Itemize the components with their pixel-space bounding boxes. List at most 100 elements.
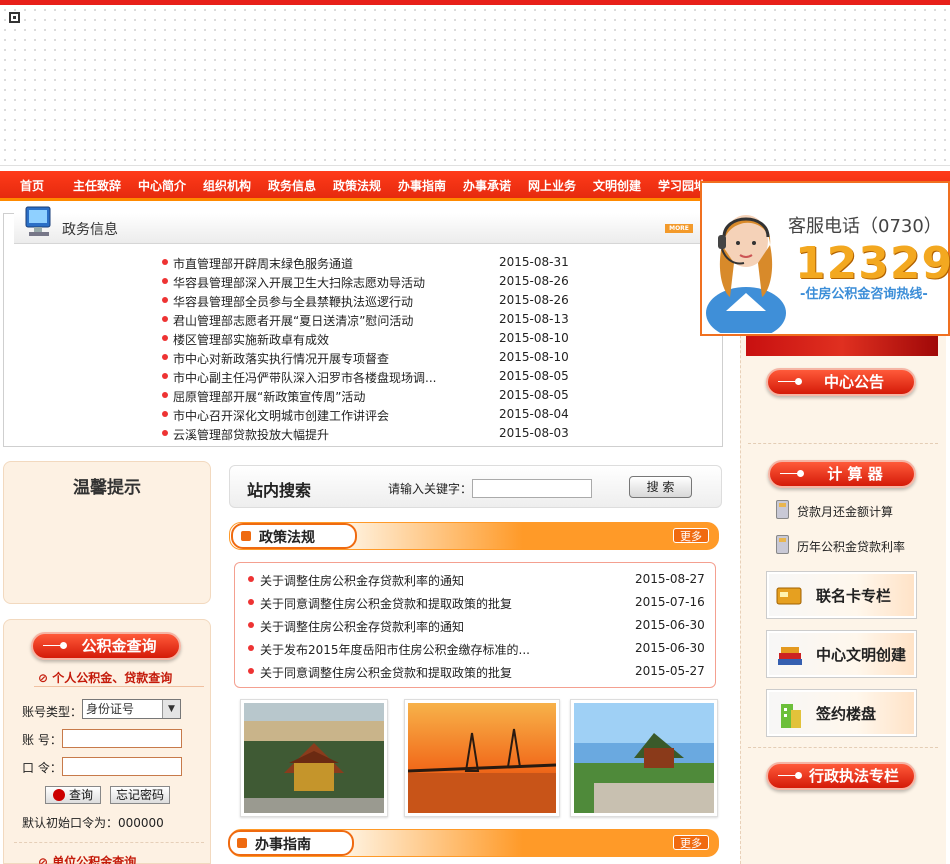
gov-info-item-title[interactable]: 君山管理部志愿者开展“夏日送清凉”慰问活动 bbox=[173, 312, 413, 329]
account-label: 账 号： bbox=[22, 733, 62, 747]
nav-guide[interactable]: 办事指南 bbox=[398, 171, 446, 201]
gov-info-item[interactable]: 市中心副主任冯俨带队深入汨罗市各楼盘现场调... 2015-08-05 bbox=[162, 367, 572, 386]
policy-item-date: 2015-07-16 bbox=[635, 595, 705, 609]
site-search-title: 站内搜索 bbox=[247, 481, 312, 500]
search-icon bbox=[52, 789, 65, 801]
arrow-dot-icon bbox=[778, 378, 804, 386]
bullet-icon bbox=[248, 668, 254, 674]
photo-bridge-sunset[interactable] bbox=[404, 699, 560, 817]
photo-pavilion-lake[interactable] bbox=[570, 699, 718, 817]
gov-info-item-date: 2015-08-05 bbox=[499, 369, 569, 383]
bullet-icon bbox=[162, 354, 168, 360]
calculator-icon bbox=[776, 535, 789, 554]
gov-info-item-date: 2015-08-03 bbox=[499, 426, 569, 440]
gov-info-item[interactable]: 君山管理部志愿者开展“夏日送清凉”慰问活动 2015-08-13 bbox=[162, 310, 572, 329]
gov-info-more-button[interactable]: MORE bbox=[665, 224, 693, 233]
bullet-icon bbox=[162, 373, 168, 379]
nav-online[interactable]: 网上业务 bbox=[528, 171, 576, 201]
gov-info-item[interactable]: 屈原管理部开展“新政策宣传周”活动 2015-08-05 bbox=[162, 386, 572, 405]
contracted-buildings-label[interactable]: 签约楼盘 bbox=[816, 703, 876, 724]
nav-commitment[interactable]: 办事承诺 bbox=[463, 171, 511, 201]
gov-info-item-title[interactable]: 华容县管理部深入开展卫生大扫除志愿劝导活动 bbox=[173, 274, 425, 291]
gov-info-item-date: 2015-08-10 bbox=[499, 331, 569, 345]
tips-title: 温馨提示 bbox=[73, 478, 141, 498]
customer-service-subtitle: -住房公积金咨询热线- bbox=[800, 287, 928, 302]
policy-item-date: 2015-05-27 bbox=[635, 664, 705, 678]
bullet-icon bbox=[162, 430, 168, 436]
gov-info-item[interactable]: 市中心召开深化文明城市创建工作讲评会 2015-08-04 bbox=[162, 405, 572, 424]
search-input[interactable] bbox=[472, 479, 592, 498]
policy-item-title[interactable]: 关于同意调整住房公积金贷款和提取政策的批复 bbox=[260, 664, 512, 681]
nav-study[interactable]: 学习园地 bbox=[658, 171, 706, 201]
gov-info-item-title[interactable]: 市中心召开深化文明城市创建工作讲评会 bbox=[173, 407, 389, 424]
policy-item-title[interactable]: 关于调整住房公积金存贷款利率的通知 bbox=[260, 572, 464, 589]
nav-civilization[interactable]: 文明创建 bbox=[593, 171, 641, 201]
gov-info-item[interactable]: 市直管理部开辟周末绿色服务通道 2015-08-31 bbox=[162, 253, 572, 272]
policy-item[interactable]: 关于同意调整住房公积金贷款和提取政策的批复 2015-07-16 bbox=[248, 593, 705, 612]
guide-more-button[interactable]: 更多 bbox=[673, 835, 709, 850]
civilization-label[interactable]: 中心文明创建 bbox=[816, 644, 906, 665]
arrow-dot-icon bbox=[780, 470, 806, 478]
gov-info-item-title[interactable]: 市中心对新政落实执行情况开展专项督查 bbox=[173, 350, 389, 367]
password-input[interactable] bbox=[62, 757, 182, 776]
gov-info-item[interactable]: 华容县管理部深入开展卫生大扫除志愿劝导活动 2015-08-26 bbox=[162, 272, 572, 291]
account-input[interactable] bbox=[62, 729, 182, 748]
policy-title: 政策法规 bbox=[259, 530, 315, 546]
forgot-password-button[interactable]: 忘记密码 bbox=[110, 786, 170, 804]
gov-info-item[interactable]: 华容县管理部全员参与全县禁鞭执法巡逻行动 2015-08-26 bbox=[162, 291, 572, 310]
law-enforcement-header[interactable]: 行政执法专栏 bbox=[766, 762, 916, 790]
arrow-dot-icon bbox=[43, 642, 69, 650]
policy-item[interactable]: 关于发布2015年度岳阳市住房公积金缴存标准的... 2015-06-30 bbox=[248, 639, 705, 658]
guide-title: 办事指南 bbox=[255, 837, 311, 853]
banner-close-icon[interactable] bbox=[9, 12, 20, 23]
gov-info-item-date: 2015-08-26 bbox=[499, 274, 569, 288]
divider bbox=[748, 747, 938, 748]
gov-info-item-date: 2015-08-05 bbox=[499, 388, 569, 402]
notice-header[interactable]: 中心公告 bbox=[766, 368, 916, 396]
photo-yueyang-tower[interactable] bbox=[240, 699, 388, 817]
policy-item[interactable]: 关于调整住房公积金存贷款利率的通知 2015-06-30 bbox=[248, 616, 705, 635]
gov-info-item[interactable]: 市中心对新政落实执行情况开展专项督查 2015-08-10 bbox=[162, 348, 572, 367]
nav-director-speech[interactable]: 主任致辞 bbox=[73, 171, 121, 201]
gov-info-item-title[interactable]: 市直管理部开辟周末绿色服务通道 bbox=[173, 255, 353, 272]
gov-info-item-title[interactable]: 市中心副主任冯俨带队深入汨罗市各楼盘现场调... bbox=[173, 369, 436, 386]
calculator-icon bbox=[776, 500, 789, 519]
gov-info-item-title[interactable]: 华容县管理部全员参与全县禁鞭执法巡逻行动 bbox=[173, 293, 413, 310]
calculator-header[interactable]: 计 算 器 bbox=[768, 460, 916, 488]
bullet-icon bbox=[248, 622, 254, 628]
gov-info-item-date: 2015-08-04 bbox=[499, 407, 569, 421]
gov-info-item-title[interactable]: 屈原管理部开展“新政策宣传周”活动 bbox=[173, 388, 365, 405]
policy-item-title[interactable]: 关于同意调整住房公积金贷款和提取政策的批复 bbox=[260, 595, 512, 612]
bullet-icon bbox=[248, 599, 254, 605]
policy-item-title[interactable]: 关于发布2015年度岳阳市住房公积金缴存标准的... bbox=[260, 641, 530, 658]
gov-info-item-title[interactable]: 楼区管理部实施新政卓有成效 bbox=[173, 331, 329, 348]
cobrand-card-box[interactable]: 联名卡专栏 bbox=[766, 571, 917, 619]
gov-info-item[interactable]: 楼区管理部实施新政卓有成效 2015-08-10 bbox=[162, 329, 572, 348]
policy-item[interactable]: 关于调整住房公积金存贷款利率的通知 2015-08-27 bbox=[248, 570, 705, 589]
policy-item-title[interactable]: 关于调整住房公积金存贷款利率的通知 bbox=[260, 618, 464, 635]
divider bbox=[34, 686, 204, 687]
civilization-box[interactable]: 中心文明创建 bbox=[766, 630, 917, 678]
policy-item[interactable]: 关于同意调整住房公积金贷款和提取政策的批复 2015-05-27 bbox=[248, 662, 705, 681]
nav-organization[interactable]: 组织机构 bbox=[203, 171, 251, 201]
nav-policy[interactable]: 政策法规 bbox=[333, 171, 381, 201]
cobrand-card-label[interactable]: 联名卡专栏 bbox=[816, 585, 891, 606]
query-button[interactable]: 查询 bbox=[45, 786, 101, 804]
nav-about[interactable]: 中心简介 bbox=[138, 171, 186, 201]
unit-query-title: ⊘ 单位公积金查询 bbox=[38, 855, 137, 864]
gov-info-item-date: 2015-08-26 bbox=[499, 293, 569, 307]
gov-info-item[interactable]: 云溪管理部贷款投放大幅提升 2015-08-03 bbox=[162, 424, 572, 443]
gov-info-item-title[interactable]: 云溪管理部贷款投放大幅提升 bbox=[173, 426, 329, 443]
bullet-icon bbox=[162, 411, 168, 417]
nav-gov-info[interactable]: 政务信息 bbox=[268, 171, 316, 201]
contracted-buildings-box[interactable]: 签约楼盘 bbox=[766, 689, 917, 737]
search-label: 请输入关键字： bbox=[388, 482, 473, 496]
policy-item-date: 2015-06-30 bbox=[635, 641, 705, 655]
nav-home[interactable]: 首页 bbox=[20, 171, 44, 201]
bullet-icon bbox=[162, 335, 168, 341]
bullet-icon bbox=[162, 259, 168, 265]
policy-item-date: 2015-06-30 bbox=[635, 618, 705, 632]
policy-more-button[interactable]: 更多 bbox=[673, 528, 709, 543]
search-button[interactable]: 搜 索 bbox=[629, 476, 692, 498]
chevron-down-icon[interactable]: ▼ bbox=[162, 700, 180, 718]
